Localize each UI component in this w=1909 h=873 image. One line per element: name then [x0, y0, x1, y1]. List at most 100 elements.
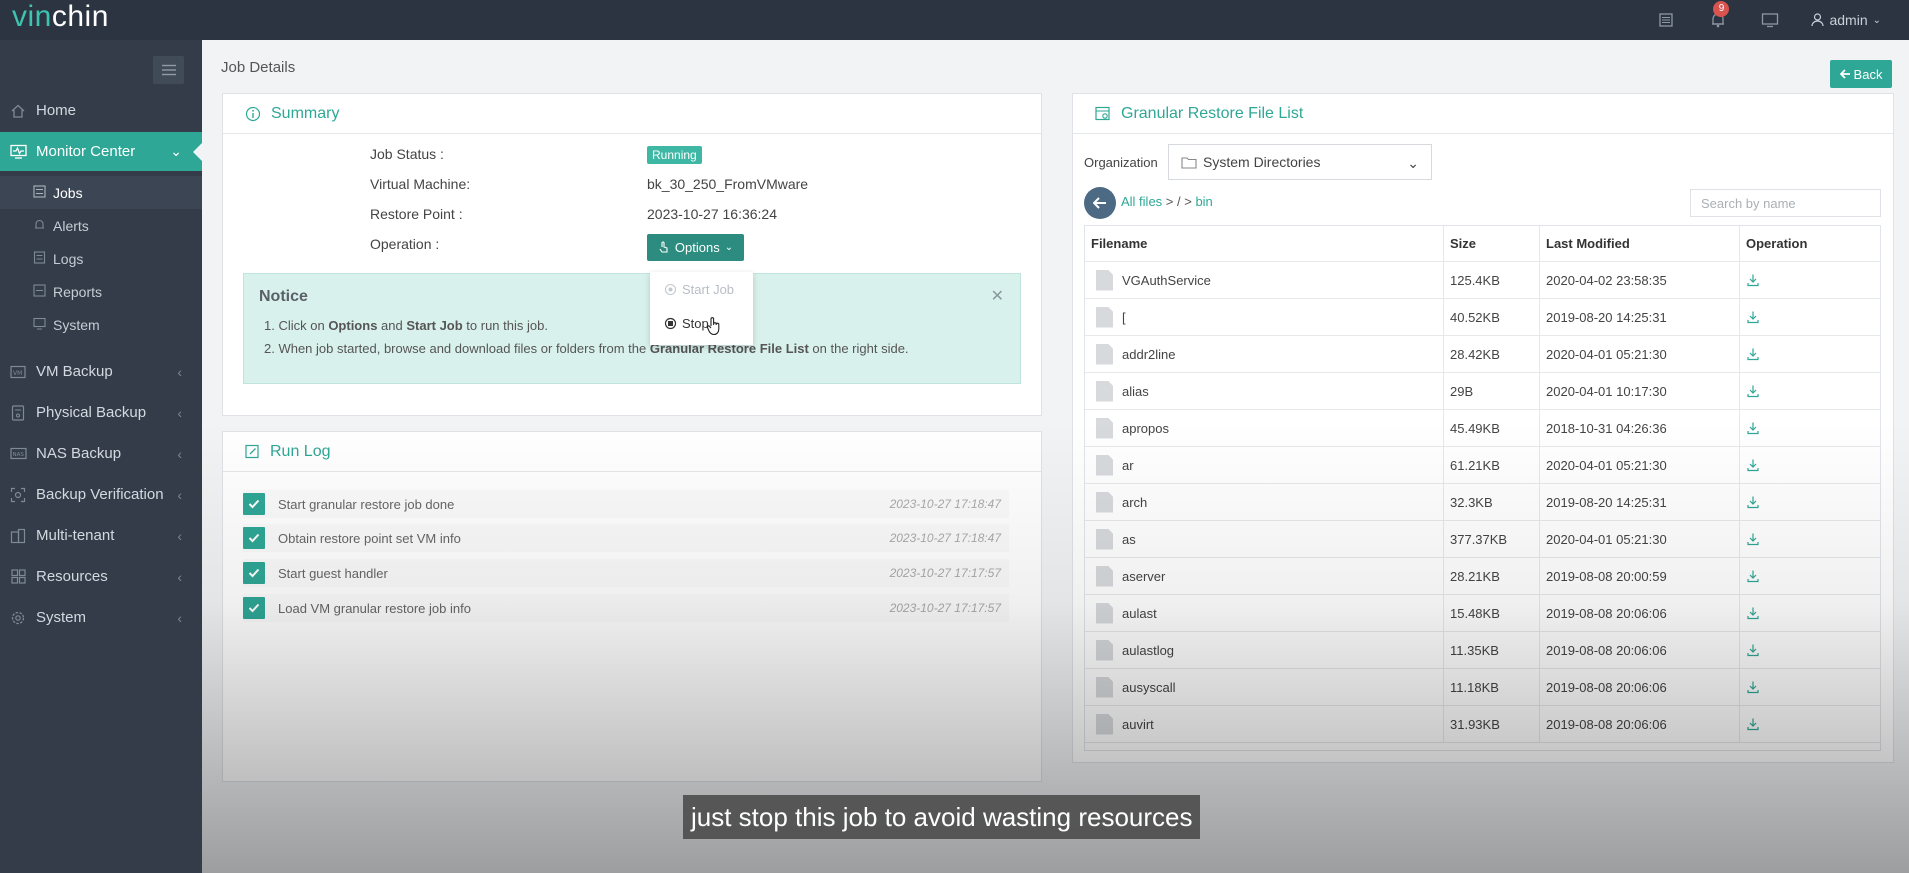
- sidebar-item-monitor-center[interactable]: Monitor Center ⌄: [0, 132, 202, 171]
- table-row[interactable]: auvirt 31.93KB 2019-08-08 20:06:06: [1085, 706, 1880, 743]
- download-icon[interactable]: [1746, 569, 1760, 583]
- download-icon[interactable]: [1746, 347, 1760, 361]
- search-input[interactable]: [1690, 189, 1881, 217]
- start-job-menu-item[interactable]: Start Job: [664, 282, 734, 297]
- sidebar-sub-item-alerts[interactable]: Alerts: [0, 209, 202, 242]
- filename-cell[interactable]: [: [1085, 299, 1444, 335]
- download-icon[interactable]: [1746, 310, 1760, 324]
- stop-menu-item[interactable]: Stop: [664, 316, 709, 331]
- pointer-icon: [659, 241, 668, 253]
- download-icon[interactable]: [1746, 606, 1760, 620]
- filename-cell[interactable]: addr2line: [1085, 336, 1444, 372]
- file-icon: [1096, 306, 1113, 328]
- breadcrumb: All files > / > bin: [1121, 194, 1213, 209]
- chevron-left-icon: ‹: [177, 363, 182, 380]
- folder-icon: [1181, 156, 1197, 169]
- filename-cell[interactable]: aulast: [1085, 595, 1444, 631]
- download-icon[interactable]: [1746, 421, 1760, 435]
- vinchin-logo[interactable]: vinchin: [12, 0, 109, 34]
- table-row[interactable]: ar 61.21KB 2020-04-01 05:21:30: [1085, 447, 1880, 484]
- size-cell: 125.4KB: [1444, 262, 1540, 298]
- table-row[interactable]: VGAuthService 125.4KB 2020-04-02 23:58:35: [1085, 262, 1880, 299]
- filename-cell[interactable]: ar: [1085, 447, 1444, 483]
- table-row[interactable]: alias 29B 2020-04-01 10:17:30: [1085, 373, 1880, 410]
- download-icon[interactable]: [1746, 273, 1760, 287]
- operation-cell: [1740, 521, 1880, 557]
- filename-cell[interactable]: aserver: [1085, 558, 1444, 594]
- notification-bell-icon[interactable]: 9: [1707, 1, 1730, 31]
- breadcrumb-all-files[interactable]: All files: [1121, 194, 1162, 209]
- top-bar: vinchin 9 admin ⌄: [0, 0, 1909, 40]
- filename-cell[interactable]: auvirt: [1085, 706, 1444, 742]
- download-icon[interactable]: [1746, 495, 1760, 509]
- table-row[interactable]: as 377.37KB 2020-04-01 05:21:30: [1085, 521, 1880, 558]
- sidebar-item-system[interactable]: System ‹: [0, 598, 202, 637]
- user-icon: [1811, 13, 1825, 27]
- options-button[interactable]: Options ⌄: [647, 234, 744, 261]
- sidebar-sub-item-jobs[interactable]: Jobs: [0, 176, 202, 209]
- download-icon[interactable]: [1746, 458, 1760, 472]
- table-row[interactable]: ausyscall 11.18KB 2019-08-08 20:06:06: [1085, 669, 1880, 706]
- chevron-left-icon: ‹: [177, 527, 182, 544]
- sidebar-item-resources[interactable]: Resources ‹: [0, 557, 202, 596]
- file-list-header: Granular Restore File List: [1073, 94, 1893, 134]
- sidebar-item-vm-backup[interactable]: VM VM Backup ‹: [0, 352, 202, 391]
- column-header-last-modified[interactable]: Last Modified: [1540, 226, 1740, 261]
- modified-cell: 2020-04-01 05:21:30: [1540, 521, 1740, 557]
- sidebar-item-physical-backup[interactable]: Physical Backup ‹: [0, 393, 202, 432]
- operation-cell: [1740, 373, 1880, 409]
- task-list-icon[interactable]: [1655, 9, 1677, 31]
- sidebar-item-home[interactable]: Home: [0, 91, 202, 130]
- download-icon[interactable]: [1746, 717, 1760, 731]
- home-icon: [8, 103, 28, 119]
- file-icon: [1096, 380, 1113, 402]
- table-row[interactable]: addr2line 28.42KB 2020-04-01 05:21:30: [1085, 336, 1880, 373]
- filename-cell[interactable]: aulastlog: [1085, 632, 1444, 668]
- notice-box: Notice ✕ 1. Click on Options and Start J…: [243, 273, 1021, 384]
- sidebar-item-multi-tenant[interactable]: Multi-tenant ‹: [0, 516, 202, 555]
- size-cell: 31.93KB: [1444, 706, 1540, 742]
- table-row[interactable]: aulastlog 11.35KB 2019-08-08 20:06:06: [1085, 632, 1880, 669]
- chevron-left-icon: ‹: [177, 609, 182, 626]
- sidebar-item-backup-verification[interactable]: Backup Verification ‹: [0, 475, 202, 514]
- table-row[interactable]: aulast 15.48KB 2019-08-08 20:06:06: [1085, 595, 1880, 632]
- navigate-up-button[interactable]: [1084, 187, 1116, 219]
- back-button[interactable]: Back: [1830, 60, 1892, 88]
- sidebar-item-nas-backup[interactable]: NAS NAS Backup ‹: [0, 434, 202, 473]
- summary-header: Summary: [223, 94, 1041, 134]
- sidebar-toggle-button[interactable]: [153, 56, 184, 84]
- file-icon: [1096, 639, 1113, 661]
- log-entry: Start granular restore job done 2023-10-…: [243, 490, 1009, 518]
- filename-cell[interactable]: VGAuthService: [1085, 262, 1444, 298]
- column-header-size[interactable]: Size: [1444, 226, 1540, 261]
- sidebar-sub-item-logs[interactable]: Logs: [0, 242, 202, 275]
- user-menu[interactable]: admin ⌄: [1811, 12, 1881, 28]
- sidebar-sub-item-system[interactable]: System: [0, 308, 202, 341]
- modified-cell: 2019-08-08 20:06:06: [1540, 706, 1740, 742]
- filename-cell[interactable]: arch: [1085, 484, 1444, 520]
- download-icon[interactable]: [1746, 643, 1760, 657]
- organization-select[interactable]: System Directories ⌄: [1168, 144, 1432, 180]
- table-row[interactable]: arch 32.3KB 2019-08-20 14:25:31: [1085, 484, 1880, 521]
- size-cell: 28.42KB: [1444, 336, 1540, 372]
- filename-cell[interactable]: apropos: [1085, 410, 1444, 446]
- sidebar-sub-item-reports[interactable]: Reports: [0, 275, 202, 308]
- download-icon[interactable]: [1746, 384, 1760, 398]
- filename-cell[interactable]: alias: [1085, 373, 1444, 409]
- svg-text:VM: VM: [13, 370, 22, 377]
- monitor-screen-icon[interactable]: [1759, 9, 1781, 31]
- table-row[interactable]: apropos 45.49KB 2018-10-31 04:26:36: [1085, 410, 1880, 447]
- close-icon[interactable]: ✕: [991, 286, 1004, 306]
- download-icon[interactable]: [1746, 532, 1760, 546]
- breadcrumb-bin[interactable]: bin: [1195, 194, 1212, 209]
- download-icon[interactable]: [1746, 680, 1760, 694]
- operation-cell: [1740, 299, 1880, 335]
- chevron-left-icon: ‹: [177, 568, 182, 585]
- filename-cell[interactable]: ausyscall: [1085, 669, 1444, 705]
- modified-cell: 2019-08-20 14:25:31: [1540, 299, 1740, 335]
- column-header-filename[interactable]: Filename: [1085, 226, 1444, 261]
- filename-cell[interactable]: as: [1085, 521, 1444, 557]
- nas-icon: NAS: [8, 447, 28, 460]
- table-row[interactable]: [40.52KB 2019-08-20 14:25:31: [1085, 299, 1880, 336]
- table-row[interactable]: aserver 28.21KB 2019-08-08 20:00:59: [1085, 558, 1880, 595]
